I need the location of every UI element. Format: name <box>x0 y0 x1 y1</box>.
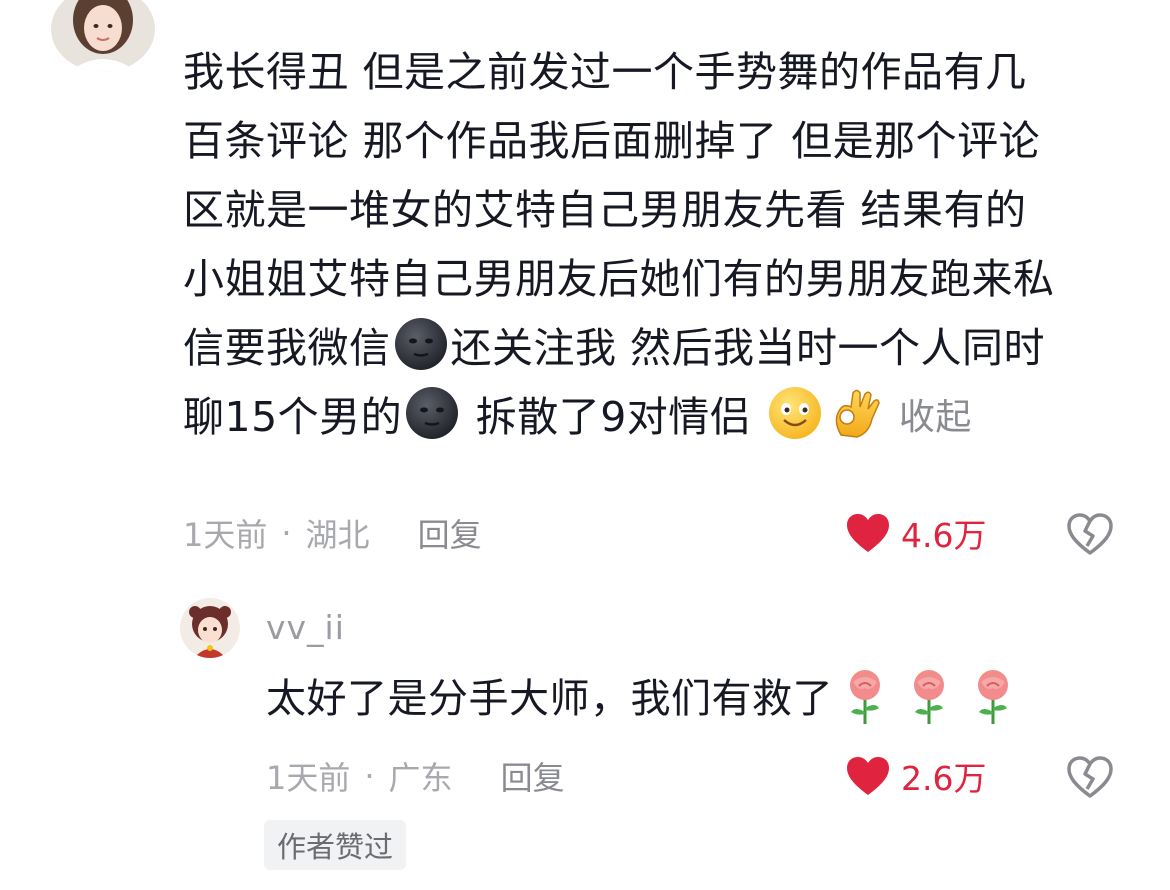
comment-line-segment: 还关注我 然后我当时一个人同时 <box>450 324 1046 372</box>
rose-icon <box>967 668 1019 726</box>
comment-line: 百条评论 那个作品我后面删掉了 但是那个评论 <box>183 117 1041 165</box>
reply-username[interactable]: vv_ii <box>266 608 345 647</box>
collapse-button[interactable]: 收起 <box>899 397 972 438</box>
comment-line-segment: 聊15个男的 <box>183 393 403 441</box>
rose-icon <box>839 668 891 726</box>
like-button[interactable]: 4.6万 <box>845 510 986 556</box>
comment-location: 湖北 <box>305 516 370 554</box>
meta-separator: · <box>281 514 292 552</box>
reply-text-content: 太好了是分手大师，我们有救了 <box>266 676 833 722</box>
new-moon-face-icon <box>393 316 449 372</box>
reply-meta: 1天前 · 广东 回复 <box>266 753 565 799</box>
broken-heart-icon <box>1067 513 1113 555</box>
smiling-face-icon <box>767 385 823 441</box>
reply-location: 广东 <box>388 759 453 797</box>
comment-line: 信要我微信 还关注我 然后我当时一个人同时 <box>183 314 1143 383</box>
comment-text: 我长得丑 但是之前发过一个手势舞的作品有几 百条评论 那个作品我后面删掉了 但是… <box>183 38 1143 452</box>
comment-line: 小姐姐艾特自己男朋友后她们有的男朋友跑来私 <box>183 255 1055 303</box>
comment-line: 区就是一堆女的艾特自己男朋友先看 结果有的 <box>183 186 1027 234</box>
reply-button[interactable]: 回复 <box>418 510 482 556</box>
heart-icon <box>845 755 891 797</box>
heart-icon <box>845 512 891 554</box>
comment-line-segment: 拆散了9对情侣 <box>462 393 765 441</box>
like-count: 4.6万 <box>901 516 987 555</box>
new-moon-face-icon <box>404 385 460 441</box>
comment-line: 聊15个男的 拆散了9对情侣 收起 <box>183 383 1143 452</box>
comment-meta: 1天前 · 湖北 回复 <box>183 510 482 556</box>
comment-line-segment: 信要我微信 <box>183 324 391 372</box>
dislike-button[interactable] <box>1066 755 1114 799</box>
reply-avatar[interactable] <box>180 598 240 658</box>
like-count: 2.6万 <box>901 759 987 798</box>
meta-separator: · <box>364 757 375 795</box>
ok-hand-icon <box>827 385 883 441</box>
comment-time: 1天前 <box>183 516 268 554</box>
reply-text: 太好了是分手大师，我们有救了 <box>266 668 1025 729</box>
reply-time: 1天前 <box>266 759 351 797</box>
author-liked-badge: 作者赞过 <box>264 820 407 870</box>
rose-icon <box>903 668 955 726</box>
commenter-avatar[interactable] <box>51 0 155 72</box>
comment-line: 我长得丑 但是之前发过一个手势舞的作品有几 <box>183 48 1027 96</box>
dislike-button[interactable] <box>1066 512 1114 556</box>
like-button[interactable]: 2.6万 <box>845 753 986 799</box>
broken-heart-icon <box>1067 756 1113 798</box>
reply-button[interactable]: 回复 <box>501 753 565 799</box>
